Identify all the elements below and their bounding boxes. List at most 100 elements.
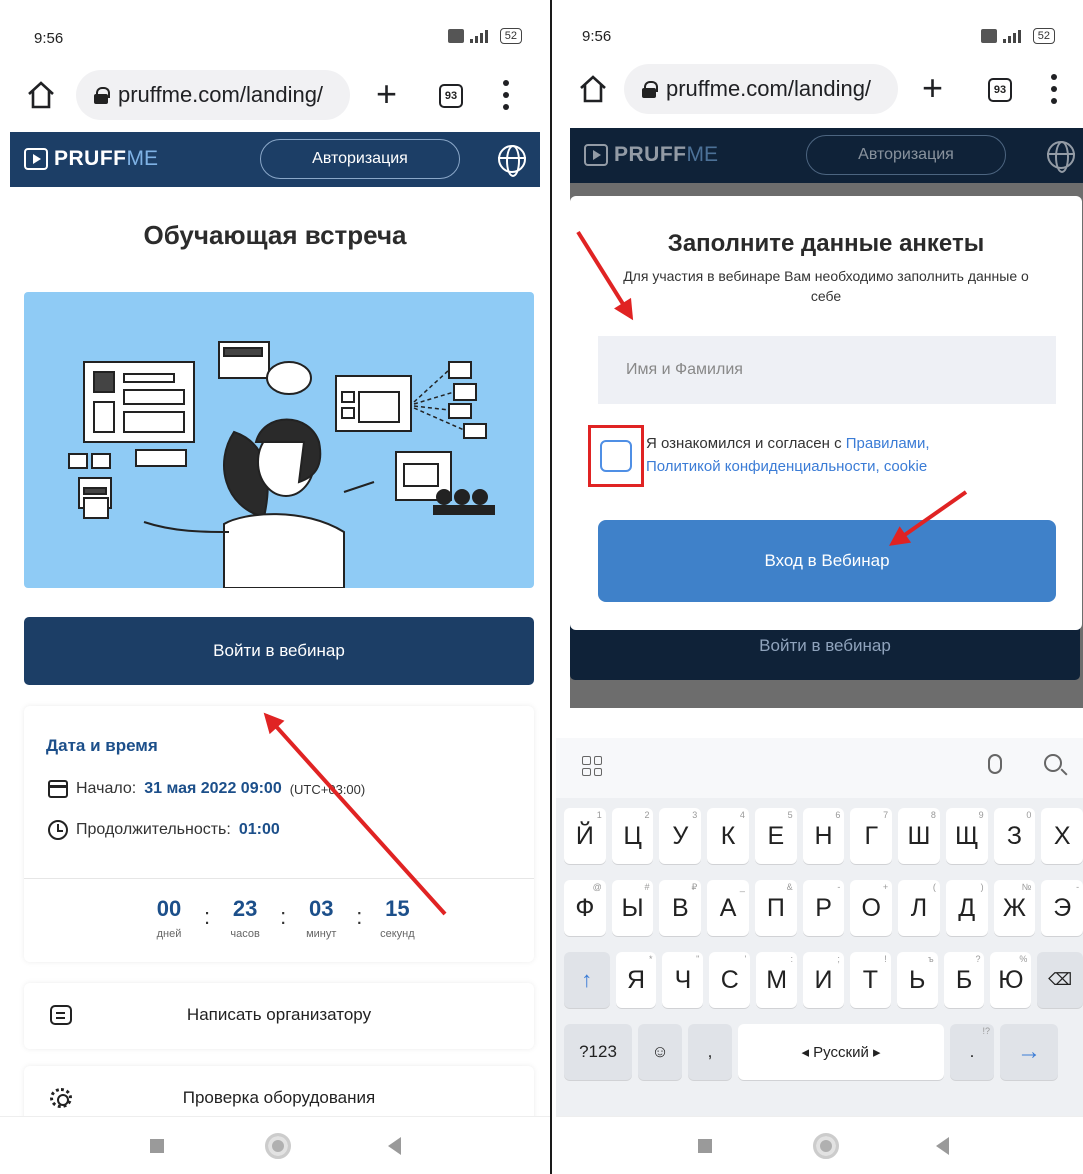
symbols-key[interactable]: ?123 xyxy=(564,1024,632,1080)
agree-text: Я ознакомился и согласен с Правилами, По… xyxy=(646,432,1026,478)
key[interactable]: ? Б xyxy=(943,952,985,1008)
new-tab-button[interactable]: + xyxy=(376,74,397,114)
key[interactable]: -Р xyxy=(802,880,845,936)
key[interactable]: 7Г xyxy=(850,808,893,864)
page-title: Обучающая встреча xyxy=(143,220,407,250)
pruffme-logo[interactable]: PRUFF ME xyxy=(584,143,718,167)
cookie-link[interactable]: cookie xyxy=(884,458,927,475)
globe-icon[interactable] xyxy=(498,145,526,177)
comma-key[interactable]: , xyxy=(688,1024,732,1080)
address-bar[interactable]: pruffme.com/landing/ xyxy=(76,70,350,120)
key[interactable]: ' С xyxy=(709,952,751,1008)
key[interactable]: ) Д xyxy=(945,880,988,936)
check-equipment-label: Проверка оборудования xyxy=(182,1088,376,1107)
recents-icon[interactable] xyxy=(698,1139,712,1153)
url-text: pruffme.com/landing/ xyxy=(118,82,324,107)
duration-row: Продолжительность: 01:00 xyxy=(48,820,280,840)
key[interactable]: 2Ц xyxy=(611,808,654,864)
key[interactable]: ; И xyxy=(803,952,844,1008)
home-icon[interactable] xyxy=(578,74,608,104)
pruffme-logo[interactable]: PRUFF ME xyxy=(24,147,158,171)
keyboard-row-2: @ Ф # Ы ₽ В _ А & П -Р + О (Л ) Д № Ж -Э xyxy=(564,880,1083,936)
key[interactable]: -Э xyxy=(1041,880,1083,936)
key[interactable]: % Ю xyxy=(990,952,1032,1008)
key[interactable]: ₽ В xyxy=(659,880,702,936)
key[interactable]: ! Т xyxy=(849,952,891,1008)
key[interactable]: _ А xyxy=(707,880,749,936)
auth-button[interactable]: Авторизация xyxy=(806,135,1006,175)
keyboard-toolbar xyxy=(556,738,1083,798)
countdown-separator: : xyxy=(356,904,363,929)
key[interactable]: (Л xyxy=(898,880,940,936)
key[interactable]: " Ч xyxy=(662,952,704,1008)
key[interactable]: # Ы xyxy=(611,880,654,936)
search-icon[interactable] xyxy=(1044,754,1062,772)
key[interactable]: 9Щ xyxy=(945,808,988,864)
start-value: 31 мая 2022 09:00 xyxy=(144,780,282,797)
illustration-drawing xyxy=(68,341,495,588)
status-bar: 9:56 52 xyxy=(556,0,1083,62)
key[interactable]: 1Й xyxy=(564,808,606,864)
start-label: Начало: xyxy=(76,780,137,797)
home-icon[interactable] xyxy=(26,80,56,110)
key[interactable]: 6Н xyxy=(802,808,845,864)
recents-icon[interactable] xyxy=(150,1139,164,1153)
lock-icon xyxy=(642,81,658,98)
shift-key[interactable]: ↑ xyxy=(564,952,610,1008)
space-key[interactable]: ◂ Русский ▸ xyxy=(738,1024,944,1080)
date-time-card: Дата и время Начало: 31 мая 2022 09:00 (… xyxy=(24,706,534,962)
key[interactable]: 8Ш xyxy=(898,808,940,864)
key[interactable]: ъЬ xyxy=(896,952,938,1008)
annotation-highlight-box xyxy=(588,425,644,487)
logo-play-icon xyxy=(24,148,48,170)
back-icon[interactable] xyxy=(388,1137,401,1155)
full-name-input[interactable] xyxy=(598,336,1056,404)
back-icon[interactable] xyxy=(936,1137,949,1155)
key[interactable]: № Ж xyxy=(993,880,1036,936)
browser-menu-icon[interactable] xyxy=(1050,74,1058,104)
address-bar[interactable]: pruffme.com/landing/ xyxy=(624,64,898,114)
tab-count-button[interactable]: 93 xyxy=(988,78,1012,102)
key[interactable]: * Я xyxy=(615,952,657,1008)
emoji-key[interactable]: ☺ xyxy=(638,1024,682,1080)
countdown-hours: 23 часов xyxy=(230,896,260,940)
backspace-key[interactable]: ⌫ xyxy=(1037,952,1083,1008)
key[interactable]: 5Е xyxy=(754,808,797,864)
key[interactable]: Х xyxy=(1041,808,1083,864)
home-nav-icon[interactable] xyxy=(813,1133,839,1159)
home-nav-icon[interactable] xyxy=(265,1133,291,1159)
logo-text-bold: PRUFF xyxy=(614,143,687,166)
status-bar: 9:56 52 xyxy=(0,0,550,62)
key[interactable]: @ Ф xyxy=(564,880,606,936)
period-key[interactable]: !?. xyxy=(950,1024,994,1080)
clock-icon xyxy=(48,820,68,840)
key[interactable]: & П xyxy=(754,880,797,936)
keyboard-row-1: 1Й 2Ц 3У 4К 5Е 6Н 7Г 8Ш 9Щ 0З Х xyxy=(564,808,1083,864)
microphone-icon[interactable] xyxy=(988,754,1002,774)
rules-link[interactable]: Правилами, xyxy=(846,435,930,452)
key[interactable]: :М xyxy=(756,952,798,1008)
enter-webinar-submit-button[interactable]: Вход в Вебинар xyxy=(598,520,1056,602)
key[interactable]: 4К xyxy=(707,808,749,864)
questionnaire-modal: Заполните данные анкеты Для участия в ве… xyxy=(570,196,1082,630)
signal-icon xyxy=(1002,29,1027,43)
status-icons: 52 xyxy=(980,28,1055,44)
enter-key[interactable]: → xyxy=(1000,1024,1058,1080)
auth-button[interactable]: Авторизация xyxy=(260,139,460,179)
privacy-link[interactable]: Политикой конфиденциальности, xyxy=(646,458,880,475)
globe-icon[interactable] xyxy=(1047,141,1075,173)
apps-grid-icon[interactable] xyxy=(582,756,602,776)
key[interactable]: 3У xyxy=(659,808,702,864)
agree-checkbox[interactable] xyxy=(600,440,632,472)
key[interactable]: 0З xyxy=(993,808,1036,864)
write-organizer-button[interactable]: Написать организатору xyxy=(24,983,534,1049)
key[interactable]: + О xyxy=(850,880,893,936)
android-nav-bar xyxy=(556,1116,1083,1174)
keyboard-row-3: ↑ * Я " Ч ' С :М ; И ! Т ъЬ ? Б % Ю ⌫ xyxy=(564,952,1083,1008)
browser-menu-icon[interactable] xyxy=(502,80,510,110)
start-row: Начало: 31 мая 2022 09:00 (UTC+03:00) xyxy=(48,780,365,798)
browser-toolbar: pruffme.com/landing/ + 93 xyxy=(556,56,1083,124)
new-tab-button[interactable]: + xyxy=(922,68,943,108)
enter-webinar-button[interactable]: Войти в вебинар xyxy=(24,617,534,685)
tab-count-button[interactable]: 93 xyxy=(439,84,463,108)
